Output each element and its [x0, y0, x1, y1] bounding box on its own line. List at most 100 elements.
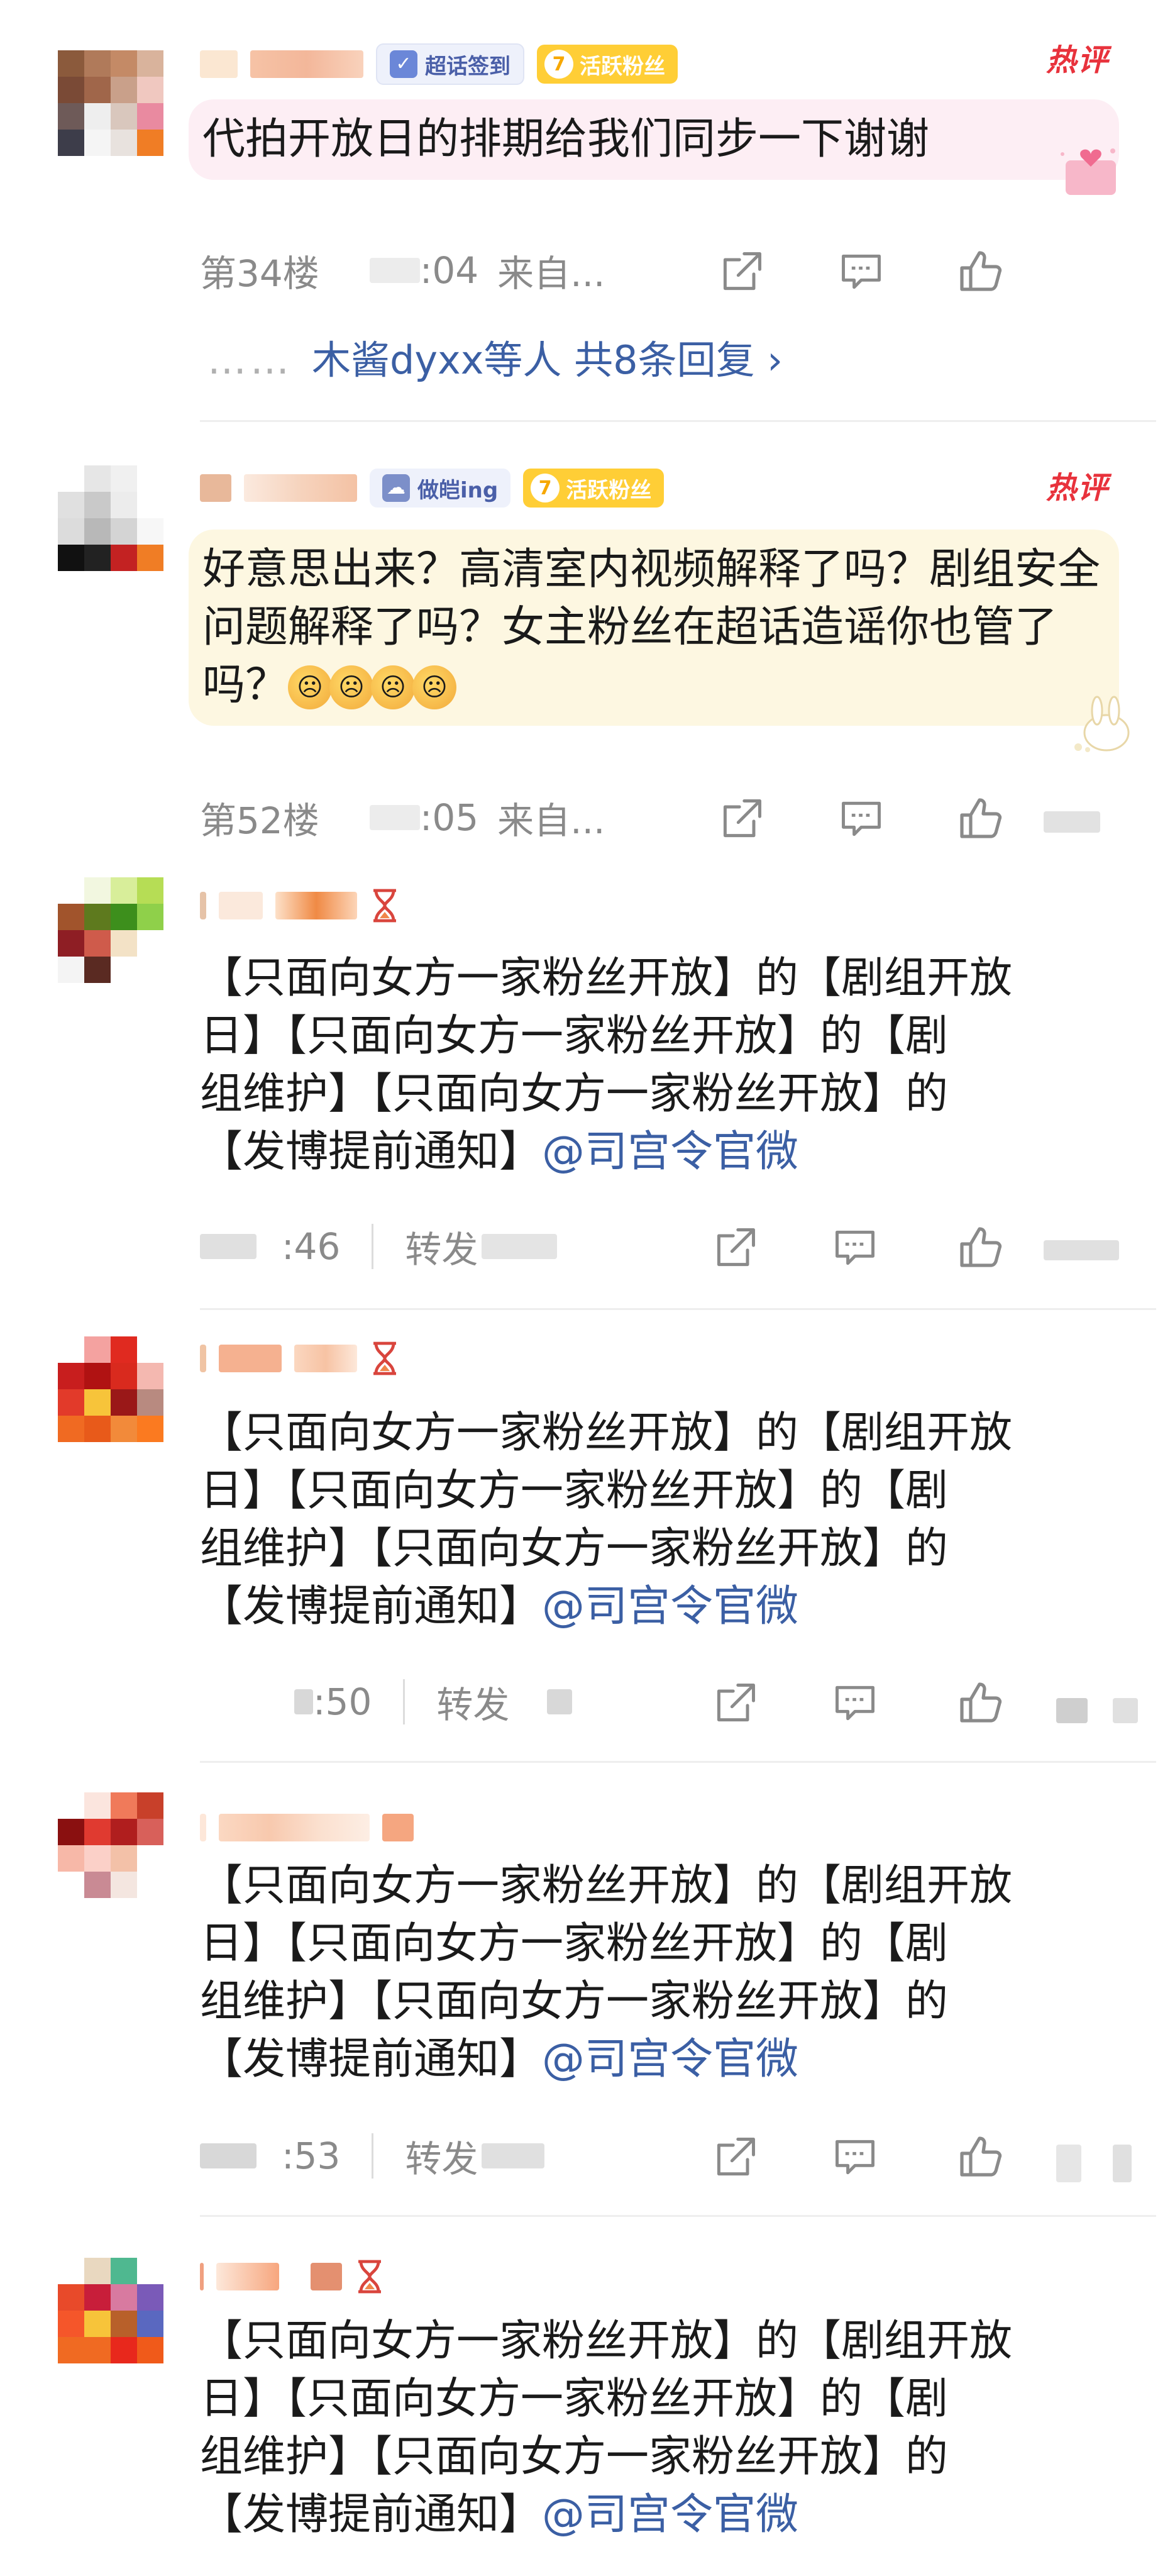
comment-icon — [831, 1679, 879, 1727]
comment-meta: 第52楼 :05 来自... — [200, 792, 605, 843]
reply-button[interactable] — [830, 2132, 880, 2182]
comment-source[interactable]: 来自... — [497, 791, 605, 844]
username-redacted[interactable] — [216, 2263, 279, 2290]
comment-text: 代拍开放日的排期给我们同步一下谢谢 — [189, 99, 1119, 180]
like-count-redacted — [1044, 811, 1100, 833]
share-button[interactable] — [710, 1678, 761, 1728]
avatar[interactable] — [58, 465, 163, 571]
hourglass-icon — [355, 2259, 385, 2294]
like-count-redacted — [1113, 1698, 1138, 1723]
avatar[interactable] — [58, 50, 163, 156]
username-redacted[interactable] — [219, 1814, 370, 1841]
avatar[interactable] — [58, 1336, 163, 1442]
like-button[interactable] — [956, 1678, 1006, 1728]
like-count-redacted — [1056, 1698, 1088, 1723]
avatar[interactable] — [58, 2258, 163, 2363]
reply-button[interactable] — [836, 794, 886, 844]
thumbs-up-icon — [956, 1223, 1006, 1273]
active-fan-badge: 7 活跃粉丝 — [537, 45, 678, 84]
username-row — [200, 1340, 400, 1377]
username-redacted[interactable] — [219, 892, 263, 919]
mention-link[interactable]: @司宫令官微 — [542, 1582, 798, 1631]
reply-meta: :46 转发 — [200, 1220, 558, 1273]
date-redacted — [369, 805, 420, 830]
username-redacted[interactable] — [200, 1345, 206, 1372]
checkin-icon: ✓ — [390, 50, 417, 78]
username-redacted[interactable] — [311, 2263, 342, 2290]
view-replies-link[interactable]: …… 木酱dyxx等人 共8条回复 › — [207, 328, 783, 385]
hourglass-icon — [370, 1341, 400, 1376]
share-icon — [712, 1679, 759, 1727]
repost-label[interactable]: 转发 — [405, 2129, 478, 2182]
repost-redacted — [482, 1234, 558, 1259]
mention-link[interactable]: @司宫令官微 — [542, 2035, 798, 2084]
date-redacted — [200, 2143, 257, 2168]
share-button[interactable] — [710, 1223, 761, 1273]
reply-button[interactable] — [836, 247, 886, 297]
username-row: ✓ 超话签到 7 活跃粉丝 — [200, 43, 678, 85]
like-button[interactable] — [956, 2132, 1006, 2182]
divider — [200, 1761, 1156, 1763]
divider — [200, 1308, 1156, 1310]
comment-time: :05 — [419, 796, 479, 839]
share-button[interactable] — [717, 247, 767, 297]
smirk-emoji: ☹ — [371, 665, 416, 710]
comment-source[interactable]: 来自... — [497, 244, 605, 297]
like-count-redacted — [1056, 2145, 1081, 2182]
hourglass-icon — [370, 888, 400, 923]
username-redacted[interactable] — [244, 474, 357, 502]
username-redacted[interactable] — [200, 474, 231, 502]
like-count-redacted — [1113, 2145, 1132, 2182]
repost-redacted — [547, 1689, 573, 1714]
username-redacted[interactable] — [200, 2263, 204, 2290]
divider — [200, 2215, 1156, 2217]
reply-text: 【只面向女方一家粉丝开放】的【剧组开放 日】【只面向女方一家粉丝开放】的【剧 组… — [200, 1408, 1013, 1631]
reply-text: 【只面向女方一家粉丝开放】的【剧组开放 日】【只面向女方一家粉丝开放】的【剧 组… — [200, 2316, 1013, 2540]
reply-meta: :53 转发 — [200, 2129, 545, 2182]
like-count-redacted — [1044, 1240, 1119, 1260]
hot-comment-label: 热评 — [1045, 470, 1109, 506]
username-redacted[interactable] — [294, 1345, 357, 1372]
supertopic-checkin-badge: ✓ 超话签到 — [376, 43, 524, 85]
username-redacted[interactable] — [275, 892, 357, 919]
smirk-emoji: ☹ — [329, 665, 374, 710]
avatar[interactable] — [58, 1792, 163, 1898]
reply-button[interactable] — [830, 1678, 880, 1728]
separator — [403, 1679, 405, 1724]
avatar[interactable] — [58, 877, 163, 983]
repost-redacted — [482, 2143, 545, 2168]
separator — [372, 2133, 374, 2179]
username-redacted[interactable] — [200, 892, 206, 919]
username-redacted[interactable] — [250, 50, 363, 78]
separator — [372, 1224, 374, 1269]
repost-label[interactable]: 转发 — [405, 1220, 478, 1273]
username-row — [200, 887, 400, 924]
like-button[interactable] — [956, 794, 1006, 844]
share-icon — [718, 795, 766, 843]
share-icon — [712, 1224, 759, 1272]
like-button[interactable] — [956, 1223, 1006, 1273]
reply-text: 【只面向女方一家粉丝开放】的【剧组开放 日】【只面向女方一家粉丝开放】的【剧 组… — [200, 953, 1013, 1177]
thumbs-up-icon — [956, 247, 1006, 297]
username-redacted[interactable] — [200, 1814, 206, 1841]
username-redacted[interactable] — [382, 1814, 414, 1841]
mention-link[interactable]: @司宫令官微 — [542, 2490, 798, 2540]
username-row — [200, 2258, 385, 2296]
like-button[interactable] — [956, 247, 1006, 297]
username-redacted[interactable] — [219, 1345, 282, 1372]
share-button[interactable] — [717, 794, 767, 844]
smirk-emoji: ☹ — [288, 665, 333, 710]
date-redacted — [200, 1234, 257, 1259]
reply-time: :50 — [313, 1680, 372, 1723]
share-icon — [712, 2133, 759, 2181]
username-row: ☁ 做皑ing 7 活跃粉丝 — [200, 469, 665, 508]
share-icon — [718, 248, 766, 296]
username-row — [200, 1809, 414, 1846]
repost-label[interactable]: 转发 — [436, 1675, 509, 1728]
share-button[interactable] — [710, 2132, 761, 2182]
reply-button[interactable] — [830, 1223, 880, 1273]
smirk-emoji: ☹ — [412, 665, 457, 710]
username-redacted[interactable] — [200, 50, 238, 78]
comment-meta: 第34楼 :04 来自... — [200, 245, 605, 296]
mention-link[interactable]: @司宫令官微 — [542, 1127, 798, 1177]
